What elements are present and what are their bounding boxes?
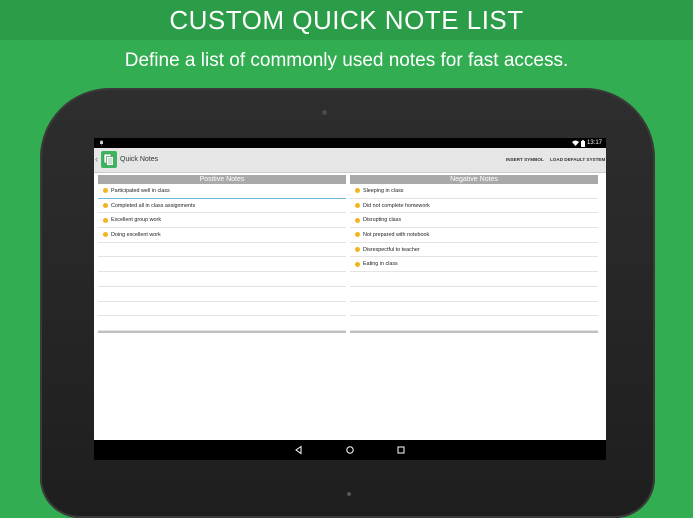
note-text: Participated well in class [111, 187, 170, 194]
wifi-icon [571, 140, 579, 146]
chevron-left-icon[interactable]: ‹ [95, 154, 98, 164]
negative-notes-list: Negative Notes Sleeping in class Did not… [350, 175, 598, 333]
app-bar: ‹ Quick Notes INSERT SYMBOL LOAD DEFAULT… [94, 148, 606, 173]
notes-app-glyph [103, 153, 114, 166]
status-bar: 13:17 [94, 138, 606, 148]
note-text: Eating in class [363, 261, 398, 268]
empty-note-row[interactable] [98, 257, 346, 273]
negative-note-row[interactable]: Not prepared with notebook [350, 228, 598, 243]
app-title: Quick Notes [120, 156, 159, 163]
smiley-face-icon [103, 217, 108, 223]
device-screen: 13:17 ‹ Quick Notes INSERT SYMBOL LOAD D… [94, 138, 606, 460]
smiley-face-icon [103, 188, 108, 194]
positive-notes-rows: Participated well in class Completed all… [98, 184, 346, 331]
empty-note-row[interactable] [350, 272, 598, 287]
note-text: Disrespectful to teacher [363, 246, 420, 253]
system-nav-bar [94, 440, 606, 460]
nav-recent-icon[interactable] [396, 445, 406, 455]
positive-note-row[interactable]: Participated well in class [98, 184, 346, 199]
nav-back-icon[interactable] [294, 445, 304, 455]
empty-note-row[interactable] [98, 272, 346, 287]
note-text: Sleeping in class [363, 187, 404, 194]
empty-note-row[interactable] [350, 316, 598, 331]
positive-notes-list: Positive Notes Participated well in clas… [98, 175, 346, 333]
negative-note-row[interactable]: Disrespectful to teacher [350, 243, 598, 258]
smiley-face-icon [355, 188, 360, 194]
promo-subtitle: Define a list of commonly used notes for… [124, 50, 569, 71]
negative-note-row[interactable]: Did not complete homework [350, 199, 598, 214]
status-right-group: 13:17 [571, 139, 602, 147]
empty-note-row[interactable] [350, 302, 598, 317]
negative-note-row[interactable]: Eating in class [350, 257, 598, 273]
note-text: Completed all in class assignments [111, 202, 196, 209]
tablet-sensor-dot [347, 492, 351, 496]
smiley-face-icon [355, 261, 360, 267]
tablet-frame: 13:17 ‹ Quick Notes INSERT SYMBOL LOAD D… [40, 88, 655, 518]
negative-note-row[interactable]: Sleeping in class [350, 184, 598, 199]
notes-app-icon[interactable] [101, 151, 117, 168]
battery-icon [580, 139, 585, 147]
note-text: Disrupting class [363, 217, 402, 224]
load-default-system-button[interactable]: LOAD DEFAULT SYSTEM [550, 157, 605, 162]
empty-note-row[interactable] [98, 243, 346, 258]
negative-notes-header: Negative Notes [350, 175, 598, 184]
insert-symbol-button[interactable]: INSERT SYMBOL [506, 157, 544, 162]
positive-note-row[interactable]: Doing excellent work [98, 228, 346, 243]
empty-note-row[interactable] [98, 316, 346, 331]
smiley-face-icon [355, 217, 360, 223]
positive-note-row[interactable]: Excellent group work [98, 213, 346, 229]
front-camera [322, 110, 327, 115]
smiley-face-icon [355, 232, 360, 238]
positive-list-bottom-border [98, 330, 346, 333]
note-text: Doing excellent work [111, 231, 161, 238]
empty-note-row[interactable] [350, 287, 598, 302]
smiley-face-icon [355, 247, 360, 253]
smiley-face-icon [355, 203, 360, 209]
negative-notes-rows: Sleeping in class Did not complete homew… [350, 184, 598, 331]
note-text: Excellent group work [111, 217, 162, 224]
note-text: Not prepared with notebook [363, 231, 430, 238]
positive-note-row[interactable]: Completed all in class assignments [98, 199, 346, 214]
smiley-face-icon [103, 203, 108, 209]
headline-band: CUSTOM QUICK NOTE LIST [0, 0, 693, 40]
smiley-face-icon [103, 232, 108, 238]
negative-note-row[interactable]: Disrupting class [350, 213, 598, 229]
status-time: 13:17 [586, 140, 602, 146]
notification-icon [100, 140, 103, 146]
nav-home-icon[interactable] [345, 445, 355, 455]
negative-list-bottom-border [350, 330, 598, 333]
empty-note-row[interactable] [98, 302, 346, 317]
positive-notes-header: Positive Notes [98, 175, 346, 184]
empty-note-row[interactable] [98, 287, 346, 302]
note-text: Did not complete homework [363, 202, 430, 209]
promo-headline: CUSTOM QUICK NOTE LIST [169, 4, 524, 35]
